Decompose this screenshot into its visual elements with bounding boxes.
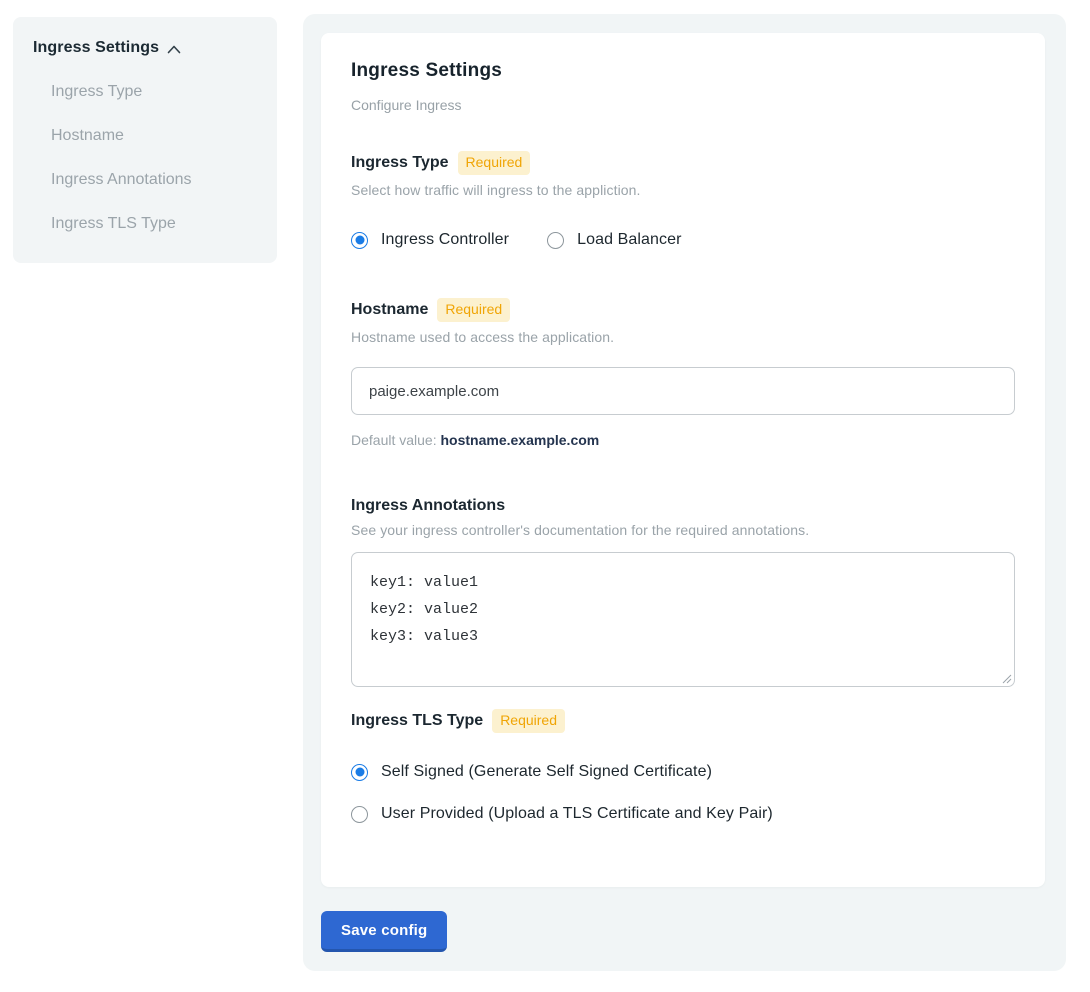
annotations-description: See your ingress controller's documentat… — [351, 522, 1015, 538]
chevron-up-icon[interactable] — [167, 45, 181, 54]
required-badge: Required — [458, 151, 531, 175]
radio-label: Load Balancer — [577, 231, 682, 249]
radio-selected-icon[interactable] — [351, 232, 368, 249]
radio-option-load-balancer[interactable]: Load Balancer — [547, 231, 682, 249]
section-hostname: Hostname Required Hostname used to acces… — [351, 298, 1015, 448]
sidebar-item-hostname[interactable]: Hostname — [33, 126, 257, 145]
sidebar-item-ingress-annotations[interactable]: Ingress Annotations — [33, 170, 257, 189]
radio-unselected-icon[interactable] — [351, 806, 368, 823]
resize-handle-icon[interactable] — [1002, 674, 1012, 684]
radio-label: User Provided (Upload a TLS Certificate … — [381, 805, 773, 823]
page-layout: Ingress Settings Ingress Type Hostname I… — [0, 0, 1090, 992]
sidebar-item-ingress-tls-type[interactable]: Ingress TLS Type — [33, 214, 257, 233]
sidebar-section-toggle[interactable]: Ingress Settings — [33, 39, 257, 57]
sidebar-section-title: Ingress Settings — [33, 39, 159, 57]
tls-type-label: Ingress TLS Type — [351, 712, 483, 730]
radio-option-self-signed[interactable]: Self Signed (Generate Self Signed Certif… — [351, 763, 1015, 781]
section-ingress-type: Ingress Type Required Select how traffic… — [351, 151, 1015, 249]
ingress-settings-card: Ingress Settings Configure Ingress Ingre… — [321, 33, 1045, 887]
settings-sidebar: Ingress Settings Ingress Type Hostname I… — [13, 17, 277, 263]
section-ingress-annotations: Ingress Annotations See your ingress con… — [351, 497, 1015, 687]
tls-type-radio-group: Self Signed (Generate Self Signed Certif… — [351, 763, 1015, 823]
annotations-textarea[interactable]: key1: value1 key2: value2 key3: value3 — [351, 552, 1015, 687]
radio-unselected-icon[interactable] — [547, 232, 564, 249]
page-subtitle: Configure Ingress — [351, 97, 1015, 113]
radio-option-ingress-controller[interactable]: Ingress Controller — [351, 231, 509, 249]
radio-selected-icon[interactable] — [351, 764, 368, 781]
section-ingress-tls-type: Ingress TLS Type Required Self Signed (G… — [351, 709, 1015, 823]
radio-label: Ingress Controller — [381, 231, 509, 249]
default-value-text: hostname.example.com — [441, 432, 600, 448]
radio-option-user-provided[interactable]: User Provided (Upload a TLS Certificate … — [351, 805, 1015, 823]
sidebar-item-list: Ingress Type Hostname Ingress Annotation… — [33, 82, 257, 233]
required-badge: Required — [492, 709, 565, 733]
page-title: Ingress Settings — [351, 60, 1015, 82]
settings-main-panel: Ingress Settings Configure Ingress Ingre… — [303, 14, 1066, 971]
sidebar-item-ingress-type[interactable]: Ingress Type — [33, 82, 257, 101]
save-config-button[interactable]: Save config — [321, 911, 447, 952]
hostname-default-value-line: Default value: hostname.example.com — [351, 432, 1015, 448]
ingress-type-radio-group: Ingress Controller Load Balancer — [351, 231, 1015, 249]
radio-label: Self Signed (Generate Self Signed Certif… — [381, 763, 712, 781]
default-value-label: Default value: — [351, 432, 441, 448]
ingress-type-description: Select how traffic will ingress to the a… — [351, 182, 1015, 198]
annotations-textarea-wrap: key1: value1 key2: value2 key3: value3 — [351, 552, 1015, 687]
required-badge: Required — [437, 298, 510, 322]
hostname-label: Hostname — [351, 301, 428, 319]
ingress-type-label: Ingress Type — [351, 154, 449, 172]
hostname-input[interactable] — [351, 367, 1015, 415]
annotations-label: Ingress Annotations — [351, 497, 505, 515]
hostname-description: Hostname used to access the application. — [351, 329, 1015, 345]
